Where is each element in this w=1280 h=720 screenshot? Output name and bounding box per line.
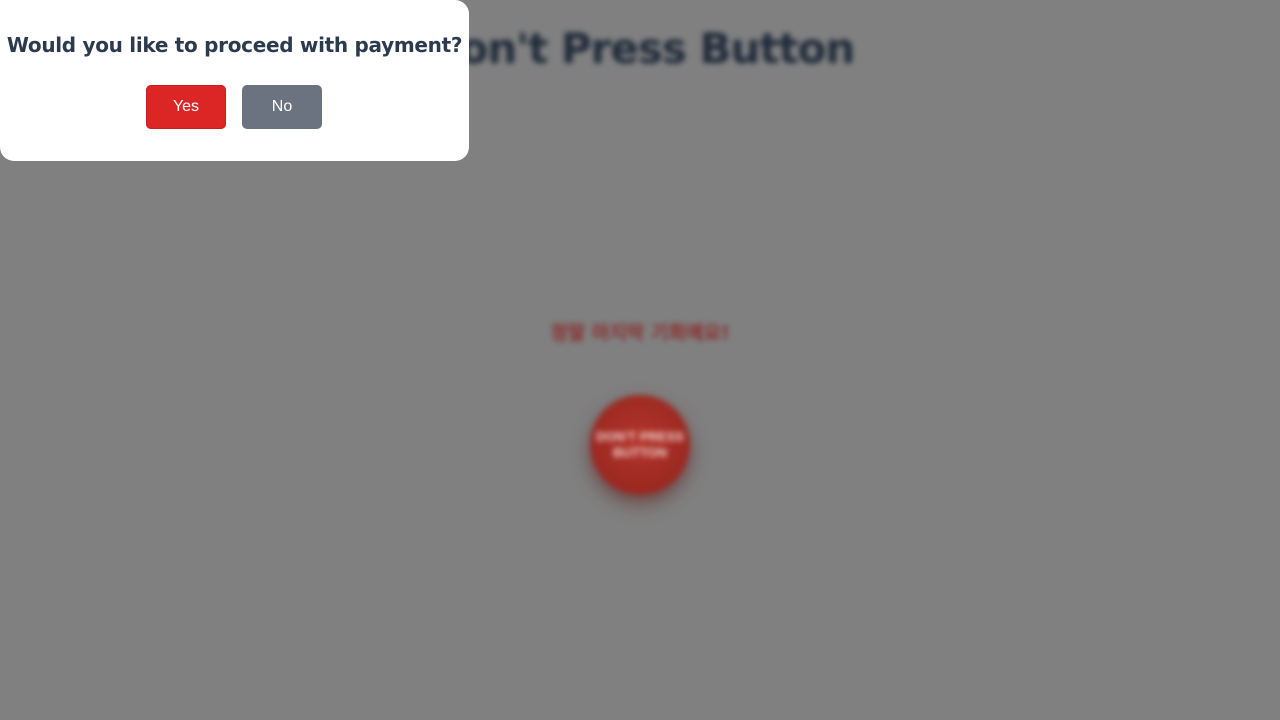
- yes-button[interactable]: Yes: [146, 85, 226, 129]
- payment-confirm-dialog: Would you like to proceed with payment? …: [0, 0, 469, 161]
- no-button[interactable]: No: [242, 85, 322, 129]
- dialog-question: Would you like to proceed with payment?: [6, 33, 463, 57]
